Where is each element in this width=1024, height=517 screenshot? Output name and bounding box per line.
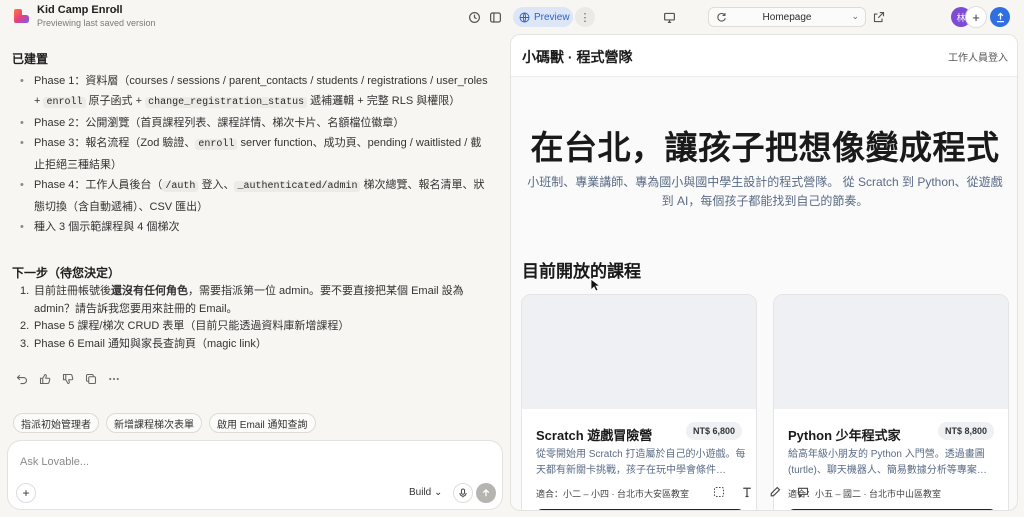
phase-list: Phase 1：資料層（courses / sessions / parent_… [20, 71, 490, 237]
mode-select[interactable]: Build ⌄ [409, 487, 442, 498]
list-item: 3. Phase 6 Email 通知與家長查詢頁（magic link） [20, 337, 267, 350]
course-title: Scratch 遊戲冒險營 [536, 428, 653, 443]
preview-frame[interactable]: 小碼獸 · 程式營隊 工作人員登入 在台北，讓孩子把想像變成程式 小班制、專業講… [510, 34, 1018, 511]
site-header: 小碼獸 · 程式營隊 工作人員登入 [511, 35, 1017, 77]
microphone-icon[interactable] [453, 483, 473, 503]
list-item: Phase 3：報名流程（Zod 驗證、enroll server functi… [20, 133, 490, 175]
section-title: 目前開放的課程 [522, 262, 641, 281]
text-tool-icon[interactable] [740, 485, 754, 499]
suggestion-chips: 指派初始管理者 新增課程梯次表單 啟用 Email 通知查詢 [13, 413, 316, 433]
top-bar: Kid Camp Enroll ⌄ Previewing last saved … [0, 0, 1024, 34]
hero-subtitle: 小班制、專業講師、專為國小與國中學生設計的程式營隊。 從 Scratch 到 P… [527, 175, 1003, 208]
globe-icon [519, 12, 530, 22]
copy-icon[interactable] [84, 372, 98, 386]
project-name[interactable]: Kid Camp Enroll [37, 4, 123, 16]
chat-input[interactable]: Ask Lovable... [20, 456, 89, 468]
suggestion-chip[interactable]: 新增課程梯次表單 [106, 413, 202, 433]
chevron-down-icon[interactable]: ⌄ [112, 3, 120, 14]
staff-login-link[interactable]: 工作人員登入 [948, 49, 1008, 64]
course-description: 給高年級小朋友的 Python 入門營。透過畫圖 (turtle)、聊天機器人、… [788, 449, 987, 476]
list-item: Phase 4：工作人員後台（/auth 登入、_authenticated/a… [20, 175, 490, 217]
invite-button[interactable]: + [965, 6, 987, 28]
suggestion-chip[interactable]: 指派初始管理者 [13, 413, 99, 433]
course-thumbnail [522, 295, 756, 409]
refresh-icon[interactable] [716, 12, 727, 23]
list-item: 種入 3 個示範課程與 4 個梯次 [20, 217, 490, 237]
course-thumbnail [774, 295, 1008, 409]
undo-icon[interactable] [15, 372, 29, 386]
pencil-icon[interactable] [768, 485, 782, 499]
more-horizontal-icon[interactable] [107, 372, 121, 386]
lovable-logo-icon [14, 9, 29, 23]
open-external-icon[interactable] [871, 9, 887, 25]
desktop-view-icon[interactable] [661, 9, 677, 25]
done-heading: 已建置 [12, 52, 49, 66]
course-meta: 適合：小二 – 小四 · 台北市大安區教室 [536, 489, 690, 499]
preview-toggle-button[interactable]: Preview [513, 7, 573, 27]
thumbs-down-icon[interactable] [61, 372, 75, 386]
chevron-down-icon: ⌄ [851, 11, 859, 21]
next-heading: 下一步（待您決定） [12, 266, 121, 280]
list-item: Phase 2：公開瀏覽（首頁課程列表、課程詳情、梯次卡片、名額檔位徽章） [20, 113, 490, 133]
price-badge: NT$ 6,800 [685, 422, 742, 440]
list-item: 2. Phase 5 課程/梯次 CRUD 表單（目前只能透過資料庫新增課程） [20, 320, 350, 332]
sidebar-toggle-icon[interactable] [487, 9, 503, 25]
list-item: Phase 1：資料層（courses / sessions / parent_… [20, 71, 490, 113]
course-button[interactable] [788, 509, 996, 510]
upload-icon [996, 11, 1004, 22]
route-label: Homepage [762, 11, 812, 23]
history-icon[interactable] [466, 9, 482, 25]
arrow-up-icon [482, 488, 490, 497]
visual-edit-toolbar [712, 480, 812, 504]
course-card[interactable]: Python 少年程式家 NT$ 8,800 給高年級小朋友的 Python 入… [773, 294, 1009, 510]
site-brand[interactable]: 小碼獸 · 程式營隊 [522, 47, 632, 67]
next-steps-list: 1. 目前註冊帳號後還沒有任何角色，需要指派第一位 admin。要不要直接把某個 … [20, 283, 490, 353]
price-badge: NT$ 8,800 [937, 422, 994, 440]
preview-label: Preview [534, 11, 570, 23]
publish-button[interactable] [990, 7, 1010, 27]
chat-composer[interactable]: Ask Lovable... + Build ⌄ [7, 440, 503, 510]
comment-icon[interactable] [796, 485, 810, 499]
course-card[interactable]: Scratch 遊戲冒險營 NT$ 6,800 從零開始用 Scratch 打造… [521, 294, 757, 510]
message-actions [15, 372, 121, 386]
course-title: Python 少年程式家 [788, 428, 901, 443]
hero-title: 在台北，讓孩子把想像變成程式 [530, 129, 1000, 166]
course-button[interactable] [536, 509, 744, 510]
project-subtitle: Previewing last saved version [37, 18, 156, 28]
list-item: 1. 目前註冊帳號後還沒有任何角色，需要指派第一位 admin。要不要直接把某個 … [20, 285, 464, 315]
attach-button[interactable]: + [16, 483, 36, 503]
course-description: 從零開始用 Scratch 打造屬於自己的小遊戲。每天都有新關卡挑戰，孩子在玩中… [536, 449, 746, 476]
chat-panel: 已建置 Phase 1：資料層（courses / sessions / par… [0, 34, 510, 517]
select-element-icon[interactable] [712, 485, 726, 499]
route-select[interactable]: Homepage ⌄ [708, 7, 866, 27]
suggestion-chip[interactable]: 啟用 Email 通知查詢 [209, 413, 316, 433]
mouse-cursor-icon [590, 278, 602, 292]
more-options-icon[interactable]: ⋮ [575, 7, 595, 27]
send-button[interactable] [476, 483, 496, 503]
thumbs-up-icon[interactable] [38, 372, 52, 386]
